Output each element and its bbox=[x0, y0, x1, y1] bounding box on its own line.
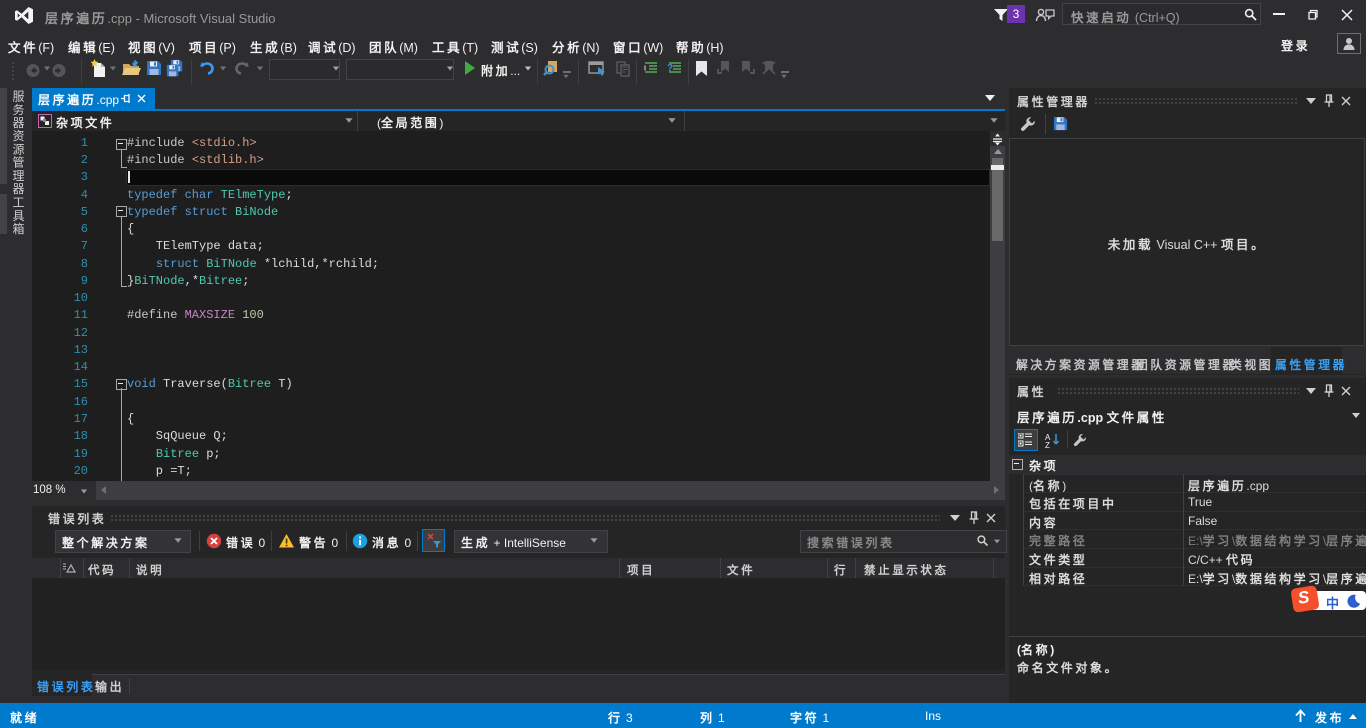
svg-text:?: ? bbox=[667, 63, 673, 74]
svg-text:Z: Z bbox=[1045, 441, 1050, 448]
